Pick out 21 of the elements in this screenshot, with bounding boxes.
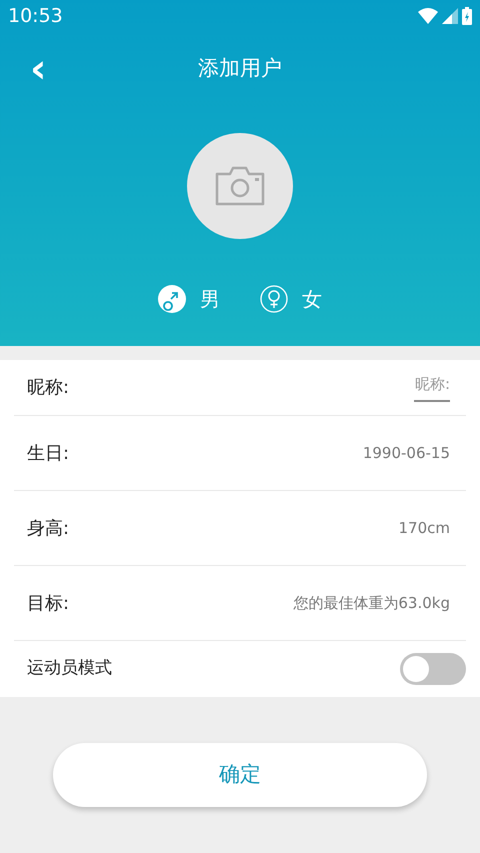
field-value[interactable]: 1990-06-15 [362,442,450,464]
field-label: 运动员模式 [27,657,112,680]
page-title: 添加用户 [198,55,282,82]
gender-option[interactable]: 女 [260,284,322,314]
field-label: 身高: [27,516,70,540]
field-label: 生日: [27,442,70,466]
back-button[interactable]: ‹ [22,49,54,89]
field-value[interactable]: 您的最佳体重为63.0kg [293,592,450,614]
confirm-button[interactable]: 确定 [53,743,427,807]
field-label: 目标: [27,592,70,616]
wifi-icon [418,8,438,24]
battery-icon [462,7,472,25]
status-time: 10:53 [8,4,63,29]
gender-option[interactable]: 男 [158,284,220,314]
toggle-switch[interactable] [400,653,466,685]
signal-icon [442,8,458,24]
male-symbol-icon [158,285,186,313]
field-label: 昵称: [27,376,70,400]
field-value[interactable]: 170cm [398,516,450,540]
camera-icon [213,166,267,206]
female-symbol-icon [260,285,288,313]
